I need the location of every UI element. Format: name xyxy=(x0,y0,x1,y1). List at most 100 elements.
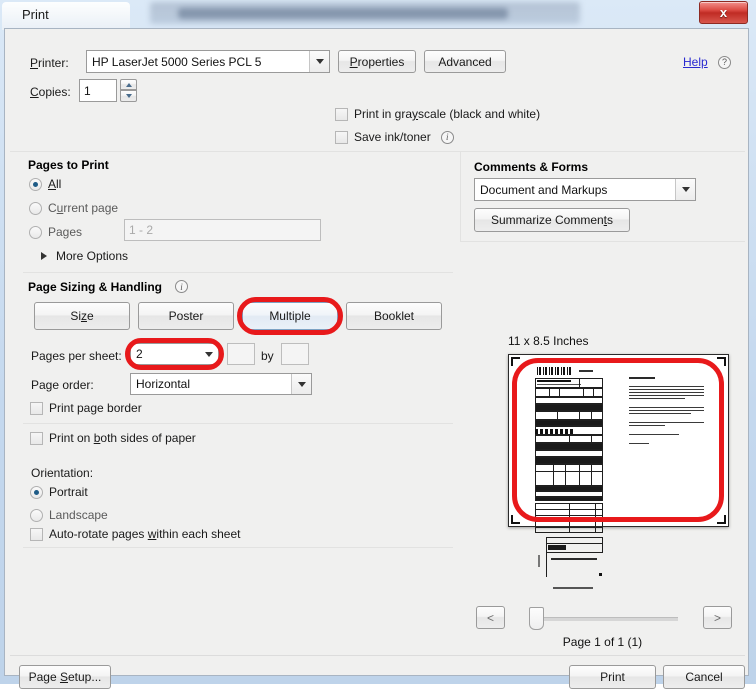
auto-rotate-checkbox[interactable] xyxy=(30,528,43,541)
chevron-up-icon xyxy=(126,83,132,87)
by-label: by xyxy=(261,349,274,363)
poster-button[interactable]: Poster xyxy=(138,302,234,330)
prev-page-button[interactable]: < xyxy=(476,606,505,629)
orientation-portrait-option[interactable]: Portrait xyxy=(30,485,88,499)
print-page-border-option[interactable]: Print page border xyxy=(30,401,142,415)
copies-spinner-up[interactable] xyxy=(120,79,137,90)
multiple-button-label: Multiple xyxy=(269,309,310,323)
print-page-border-checkbox[interactable] xyxy=(30,402,43,415)
pages-current-option[interactable]: Current page xyxy=(29,201,118,215)
pages-all-radio[interactable] xyxy=(29,178,42,191)
page-slider-track[interactable] xyxy=(529,617,678,621)
pages-all-option[interactable]: All xyxy=(29,177,61,191)
orientation-landscape-radio[interactable] xyxy=(30,509,43,522)
barcode-graphic xyxy=(537,367,573,375)
more-options-toggle[interactable]: More Options xyxy=(41,249,128,263)
chevron-down-icon xyxy=(205,352,213,357)
titlebar: Print x xyxy=(0,0,756,30)
help-link[interactable]: Help xyxy=(683,55,708,69)
page-order-label: Page order: xyxy=(31,378,94,392)
poster-button-label: Poster xyxy=(169,309,204,323)
printer-select-arrow xyxy=(309,51,329,72)
summarize-comments-button[interactable]: Summarize Comments xyxy=(474,208,630,232)
close-button[interactable]: x xyxy=(699,1,748,24)
booklet-button[interactable]: Booklet xyxy=(346,302,442,330)
pages-range-label: Pages xyxy=(48,225,82,239)
pages-range-option[interactable]: Pages xyxy=(29,225,82,239)
multiple-button[interactable]: Multiple xyxy=(242,302,338,330)
auto-rotate-option[interactable]: Auto-rotate pages within each sheet xyxy=(30,527,240,541)
booklet-button-label: Booklet xyxy=(374,309,414,323)
divider-3 xyxy=(23,423,453,424)
comments-forms-header: Comments & Forms xyxy=(474,160,588,174)
pages-current-radio[interactable] xyxy=(29,202,42,215)
divider-1 xyxy=(10,151,745,152)
pages-per-sheet-value: 2 xyxy=(136,347,143,361)
help-icon[interactable]: ? xyxy=(718,54,731,69)
print-button-label: Print xyxy=(600,670,625,684)
page-sizing-header: Page Sizing & Handling xyxy=(28,280,162,294)
advanced-button-label: Advanced xyxy=(438,55,491,69)
copies-input[interactable]: 1 xyxy=(79,79,117,102)
save-ink-info-icon[interactable]: i xyxy=(441,131,454,144)
save-ink-option[interactable]: Save ink/toner i xyxy=(335,130,454,144)
cancel-button[interactable]: Cancel xyxy=(663,665,745,689)
size-button-label: Size xyxy=(70,309,93,323)
pages-per-sheet-arrow xyxy=(199,344,218,364)
orientation-label: Orientation: xyxy=(31,466,93,480)
next-page-label: > xyxy=(714,611,721,625)
page-preview[interactable] xyxy=(508,354,729,527)
properties-button[interactable]: Properties xyxy=(338,50,416,73)
pages-range-radio[interactable] xyxy=(29,226,42,239)
copies-spinner[interactable] xyxy=(120,79,137,102)
cancel-button-label: Cancel xyxy=(685,670,722,684)
pages-range-input-value: 1 - 2 xyxy=(129,223,153,237)
copies-label: Copies: xyxy=(30,85,71,99)
page-order-value: Horizontal xyxy=(136,377,190,391)
close-icon: x xyxy=(700,2,747,23)
print-button[interactable]: Print xyxy=(569,665,656,689)
chevron-down-icon xyxy=(126,94,132,98)
printer-select-value: HP LaserJet 5000 Series PCL 5 xyxy=(92,55,261,69)
save-ink-label: Save ink/toner xyxy=(354,130,431,144)
pages-range-input[interactable]: 1 - 2 xyxy=(124,219,321,241)
copies-input-value: 1 xyxy=(84,84,91,98)
chevron-down-icon xyxy=(316,59,324,64)
advanced-button[interactable]: Advanced xyxy=(424,50,506,73)
save-ink-checkbox[interactable] xyxy=(335,131,348,144)
size-button[interactable]: Size xyxy=(34,302,130,330)
comments-forms-arrow xyxy=(675,179,695,200)
custom-columns-input[interactable] xyxy=(227,343,255,365)
printer-label: Printer: xyxy=(30,56,69,70)
print-dialog-window: Print x Printer: HP LaserJet 5000 Series… xyxy=(0,0,756,684)
duplex-option[interactable]: Print on both sides of paper xyxy=(30,431,196,445)
divider-footer xyxy=(10,655,745,656)
page-sizing-info-icon[interactable]: i xyxy=(175,280,188,293)
page-setup-button[interactable]: Page Setup... xyxy=(19,665,111,689)
pages-to-print-header: Pages to Print xyxy=(28,158,109,172)
comments-forms-select[interactable]: Document and Markups xyxy=(474,178,696,201)
duplex-checkbox[interactable] xyxy=(30,432,43,445)
duplex-label: Print on both sides of paper xyxy=(49,431,196,445)
chevron-right-icon xyxy=(41,252,47,260)
pages-per-sheet-select[interactable]: 2 xyxy=(130,343,219,365)
pages-per-sheet-label: Pages per sheet: xyxy=(31,349,122,363)
prev-page-label: < xyxy=(487,611,494,625)
orientation-landscape-option[interactable]: Landscape xyxy=(30,508,108,522)
properties-button-label: Properties xyxy=(350,55,405,69)
dialog-body: Printer: HP LaserJet 5000 Series PCL 5 P… xyxy=(4,28,749,676)
printer-select[interactable]: HP LaserJet 5000 Series PCL 5 xyxy=(86,50,330,73)
summarize-comments-label: Summarize Comments xyxy=(491,213,613,227)
grayscale-label: Print in grayscale (black and white) xyxy=(354,107,540,121)
grayscale-option[interactable]: Print in grayscale (black and white) xyxy=(335,107,540,121)
pages-current-label: Current page xyxy=(48,201,118,215)
page-slider-thumb[interactable] xyxy=(529,607,544,630)
page-order-arrow xyxy=(291,374,311,394)
pages-all-label: All xyxy=(48,177,61,191)
copies-spinner-down[interactable] xyxy=(120,90,137,102)
orientation-portrait-radio[interactable] xyxy=(30,486,43,499)
grayscale-checkbox[interactable] xyxy=(335,108,348,121)
next-page-button[interactable]: > xyxy=(703,606,732,629)
page-order-select[interactable]: Horizontal xyxy=(130,373,312,395)
custom-rows-input[interactable] xyxy=(281,343,309,365)
